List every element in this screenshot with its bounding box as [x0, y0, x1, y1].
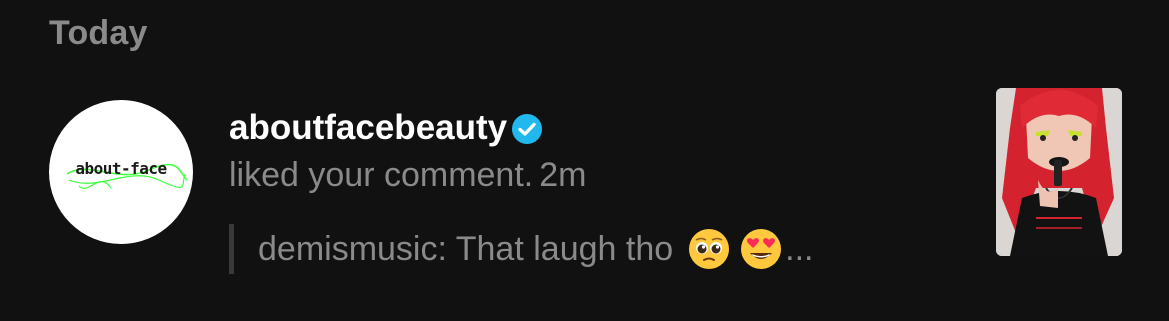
timestamp: 2m [539, 156, 587, 194]
notification-content: aboutfacebeauty liked your comment. 2m de… [229, 106, 959, 274]
avatar[interactable]: about-face [49, 100, 193, 244]
action-text: liked your comment. [229, 156, 534, 194]
heart-eyes-emoji-icon [741, 229, 782, 269]
quote-ellipsis: ... [785, 229, 814, 268]
avatar-logo-text: about-face [75, 159, 167, 178]
video-thumbnail-image [996, 88, 1122, 256]
username-row: aboutfacebeauty [229, 106, 959, 150]
quote-bar [229, 224, 234, 274]
section-header-today: Today [49, 14, 148, 52]
quote-text: demismusic: That laugh tho [258, 229, 674, 268]
quoted-comment[interactable]: demismusic: That laugh tho ... [229, 224, 813, 274]
action-row: liked your comment. 2m [229, 156, 959, 195]
pleading-face-emoji-icon [689, 229, 730, 269]
verified-badge-icon [512, 114, 543, 144]
notification-item[interactable]: about-face aboutfacebeauty liked your co… [0, 84, 1169, 284]
username-link[interactable]: aboutfacebeauty [229, 108, 507, 148]
video-thumbnail[interactable] [996, 88, 1122, 256]
quote-text-row: demismusic: That laugh tho ... [258, 227, 813, 271]
